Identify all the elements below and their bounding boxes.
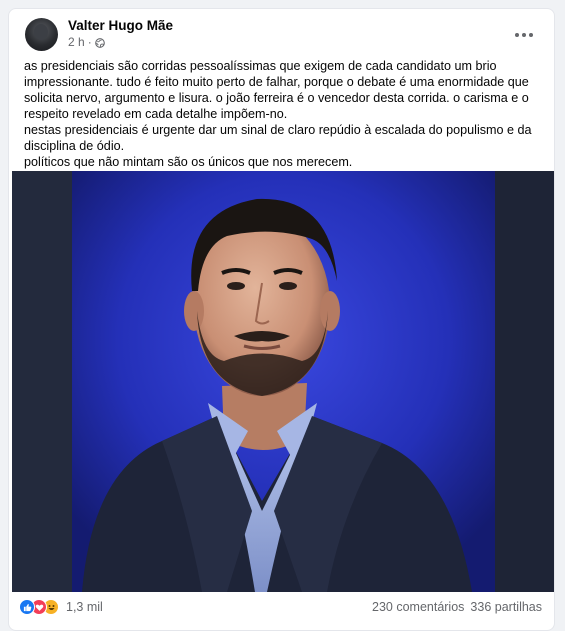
post-stats: 230 comentários 336 partilhas	[372, 600, 542, 614]
like-icon	[19, 599, 35, 615]
dot-icon	[529, 33, 533, 37]
post-paragraph: políticos que não mintam são os únicos q…	[24, 155, 353, 169]
shares-count[interactable]: 336 partilhas	[470, 600, 542, 614]
post-card: Valter Hugo Mãe 2 h · as presidenciais s…	[8, 8, 555, 631]
more-options-button[interactable]	[512, 29, 536, 41]
post-time[interactable]: 2 h	[68, 35, 85, 49]
dot-icon	[522, 33, 526, 37]
globe-icon[interactable]	[94, 37, 105, 48]
author-name[interactable]: Valter Hugo Mãe	[68, 18, 173, 33]
post-paragraph: nestas presidenciais é urgente dar um si…	[24, 123, 532, 153]
reaction-count[interactable]: 1,3 mil	[66, 600, 103, 614]
reactions-summary[interactable]	[19, 599, 59, 615]
post-text: as presidenciais são corridas pessoalíss…	[24, 58, 546, 170]
post-photo[interactable]	[12, 171, 554, 592]
post-paragraph: as presidenciais são corridas pessoalíss…	[24, 59, 529, 121]
dot-icon	[515, 33, 519, 37]
post-header: Valter Hugo Mãe 2 h ·	[23, 17, 544, 61]
meta-separator: ·	[87, 35, 92, 49]
post-footer: 1,3 mil 230 comentários 336 partilhas	[9, 597, 554, 623]
post-meta: 2 h ·	[68, 35, 105, 49]
portrait-image	[12, 171, 554, 592]
comments-count[interactable]: 230 comentários	[372, 600, 464, 614]
avatar[interactable]	[25, 18, 58, 51]
